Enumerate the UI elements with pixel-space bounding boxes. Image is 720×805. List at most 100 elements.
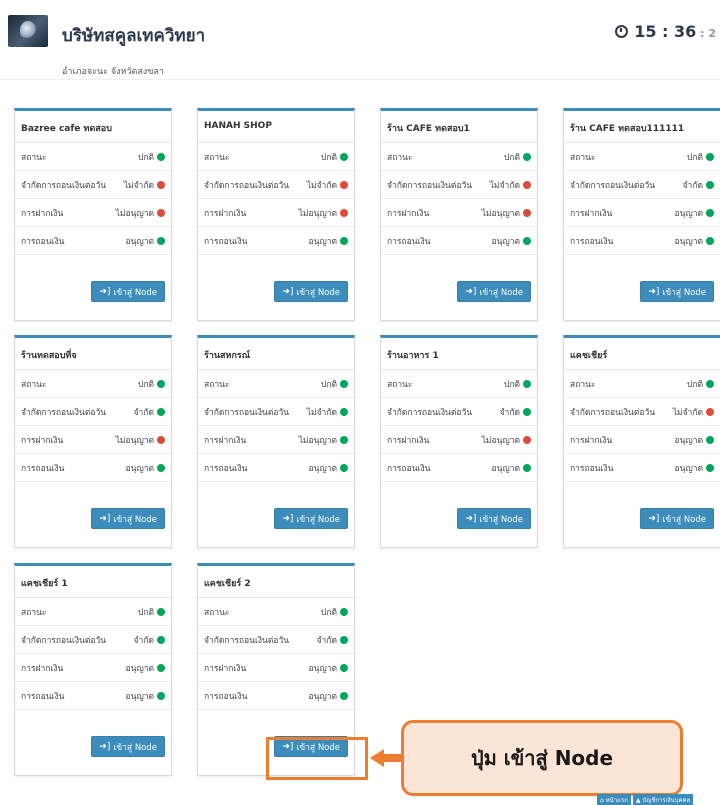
company-name: บริษัทสคูลเทควิทยา — [62, 26, 206, 46]
node-status-text: ปกติ — [137, 152, 154, 163]
node-row-deposit: การฝากเงิน อนุญาต — [564, 199, 720, 227]
status-dot-icon — [706, 236, 714, 245]
node-row-value: อนุญาต — [309, 689, 348, 703]
enter-node-button[interactable]: ➜] เข้าสู่ Node — [274, 281, 348, 302]
enter-node-button[interactable]: ➜] เข้าสู่ Node — [91, 281, 165, 302]
node-card-title: แคชเชียร์ — [564, 338, 720, 370]
enter-node-label: เข้าสู่ Node — [113, 742, 157, 753]
sign-in-icon: ➜] — [282, 286, 294, 297]
footer-account-link[interactable]: ▲ บัญชีการเงินบุคคล — [632, 794, 694, 805]
node-row-deposit: การฝากเงิน ไม่อนุญาต — [198, 426, 354, 454]
enter-node-button[interactable]: ➜] เข้าสู่ Node — [91, 508, 165, 529]
status-dot-icon — [157, 180, 165, 189]
node-row-label: สถานะ — [21, 379, 47, 390]
node-row-value: อนุญาต — [126, 661, 165, 675]
company-address: อำเภอจะนะ จังหวัดสงขลา — [62, 67, 164, 77]
status-dot-icon — [157, 463, 165, 472]
sign-in-icon: ➜] — [282, 513, 294, 524]
node-row-limit: จำกัดการถอนเงินต่อวัน ไม่จำกัด — [198, 398, 354, 426]
node-deposit-text: ไม่อนุญาต — [115, 435, 154, 446]
status-dot-icon — [340, 435, 348, 444]
footer-home-link[interactable]: ⌂ หน้าแรก — [597, 794, 631, 805]
node-row-label: จำกัดการถอนเงินต่อวัน — [204, 180, 290, 191]
node-row-label: การฝากเงิน — [204, 435, 247, 446]
node-row-status: สถานะ ปกติ — [15, 143, 171, 171]
node-row-value: ปกติ — [321, 150, 348, 164]
node-row-value: ไม่อนุญาต — [299, 433, 348, 447]
node-row-withdraw: การถอนเงิน อนุญาต — [198, 454, 354, 482]
node-row-value: ไม่อนุญาต — [116, 433, 165, 447]
status-dot-icon — [523, 407, 531, 416]
node-row-label: จำกัดการถอนเงินต่อวัน — [21, 180, 107, 191]
node-limit-text: จำกัด — [133, 407, 154, 418]
sign-in-icon: ➜] — [465, 286, 477, 297]
node-row-label: สถานะ — [204, 152, 230, 163]
node-row-label: การถอนเงิน — [21, 236, 65, 247]
enter-node-button[interactable]: ➜] เข้าสู่ Node — [91, 736, 165, 757]
status-dot-icon — [157, 379, 165, 388]
node-row-value: ไม่อนุญาต — [116, 206, 165, 220]
node-row-withdraw: การถอนเงิน อนุญาต — [564, 227, 720, 255]
node-row-value: อนุญาต — [675, 433, 714, 447]
status-dot-icon — [340, 208, 348, 217]
node-row-label: จำกัดการถอนเงินต่อวัน — [387, 407, 473, 418]
node-row-label: จำกัดการถอนเงินต่อวัน — [570, 180, 656, 191]
node-card: ร้านทดสอบที่จสถานะ ปกติจำกัดการถอนเงินต่อ… — [14, 335, 172, 548]
node-row-label: การฝากเงิน — [570, 208, 613, 219]
node-status-text: ปกติ — [320, 379, 337, 390]
node-row-label: สถานะ — [387, 152, 413, 163]
node-row-withdraw: การถอนเงิน อนุญาต — [15, 682, 171, 710]
node-row-withdraw: การถอนเงิน อนุญาต — [198, 227, 354, 255]
status-dot-icon — [523, 435, 531, 444]
node-withdraw-text: อนุญาต — [308, 691, 337, 702]
node-card-title: ร้านทดสอบที่จ — [15, 338, 171, 370]
node-row-label: การถอนเงิน — [204, 236, 248, 247]
node-limit-text: ไม่จำกัด — [489, 180, 520, 191]
node-row-value: ปกติ — [138, 150, 165, 164]
status-dot-icon — [157, 635, 165, 644]
node-row-limit: จำกัดการถอนเงินต่อวัน จำกัด — [15, 398, 171, 426]
status-dot-icon — [706, 379, 714, 388]
node-status-text: ปกติ — [503, 152, 520, 163]
node-row-limit: จำกัดการถอนเงินต่อวัน ไม่จำกัด — [381, 171, 537, 199]
node-row-value: ปกติ — [504, 150, 531, 164]
node-row-withdraw: การถอนเงิน อนุญาต — [198, 682, 354, 710]
enter-node-label: เข้าสู่ Node — [296, 287, 340, 298]
node-row-value: จำกัด — [683, 178, 714, 192]
node-row-value: ปกติ — [138, 377, 165, 391]
node-card: แคชเชียร์ 1 สถานะ ปกติ จำกัดการถอนเงินต่อวั… — [14, 563, 172, 776]
node-limit-text: ไม่จำกัด — [306, 180, 337, 191]
enter-node-button[interactable]: ➜] เข้าสู่ Node — [457, 508, 531, 529]
status-dot-icon — [523, 208, 531, 217]
enter-node-button[interactable]: ➜] เข้าสู่ Node — [640, 508, 714, 529]
node-deposit-text: ไม่อนุญาต — [481, 435, 520, 446]
status-dot-icon — [706, 180, 714, 189]
status-dot-icon — [523, 236, 531, 245]
enter-node-button[interactable]: ➜] เข้าสู่ Node — [274, 508, 348, 529]
status-dot-icon — [157, 152, 165, 161]
node-withdraw-text: อนุญาต — [674, 236, 703, 247]
node-withdraw-text: อนุญาต — [308, 236, 337, 247]
enter-node-button[interactable]: ➜] เข้าสู่ Node — [640, 281, 714, 302]
node-card: ร้านอาหาร 1 สถานะ ปกติ จำกัดการถอนเงินต่อวั… — [380, 335, 538, 548]
node-row-value: ปกติ — [321, 377, 348, 391]
status-dot-icon — [157, 607, 165, 616]
status-dot-icon — [706, 435, 714, 444]
node-row-deposit: การฝากเงิน ไม่อนุญาต — [198, 199, 354, 227]
clock-seconds: : 2 — [696, 27, 716, 40]
node-card: ร้าน CAFE ทดสอบ1 สถานะ ปกติ จำกัดการถอนเงิน… — [380, 108, 538, 321]
highlight-box — [266, 737, 368, 780]
node-withdraw-text: อนุญาต — [125, 463, 154, 474]
node-row-label: การฝากเงิน — [21, 435, 64, 446]
enter-node-button[interactable]: ➜] เข้าสู่ Node — [457, 281, 531, 302]
page-header: บริษัทสคูลเทควิทยา อำเภอจะนะ จังหวัดสงขล… — [0, 0, 720, 80]
node-status-text: ปกติ — [503, 379, 520, 390]
status-dot-icon — [340, 379, 348, 388]
node-row-deposit: การฝากเงิน ไม่อนุญาต — [15, 426, 171, 454]
node-row-value: อนุญาต — [492, 461, 531, 475]
node-row-value: อนุญาต — [675, 461, 714, 475]
node-card-title: แคชเชียร์ 2 — [198, 566, 354, 598]
node-row-limit: จำกัดการถอนเงินต่อวัน ไม่จำกัด — [564, 398, 720, 426]
node-row-limit: จำกัดการถอนเงินต่อวัน ไม่จำกัด — [15, 171, 171, 199]
callout-arrow-icon — [370, 749, 384, 767]
